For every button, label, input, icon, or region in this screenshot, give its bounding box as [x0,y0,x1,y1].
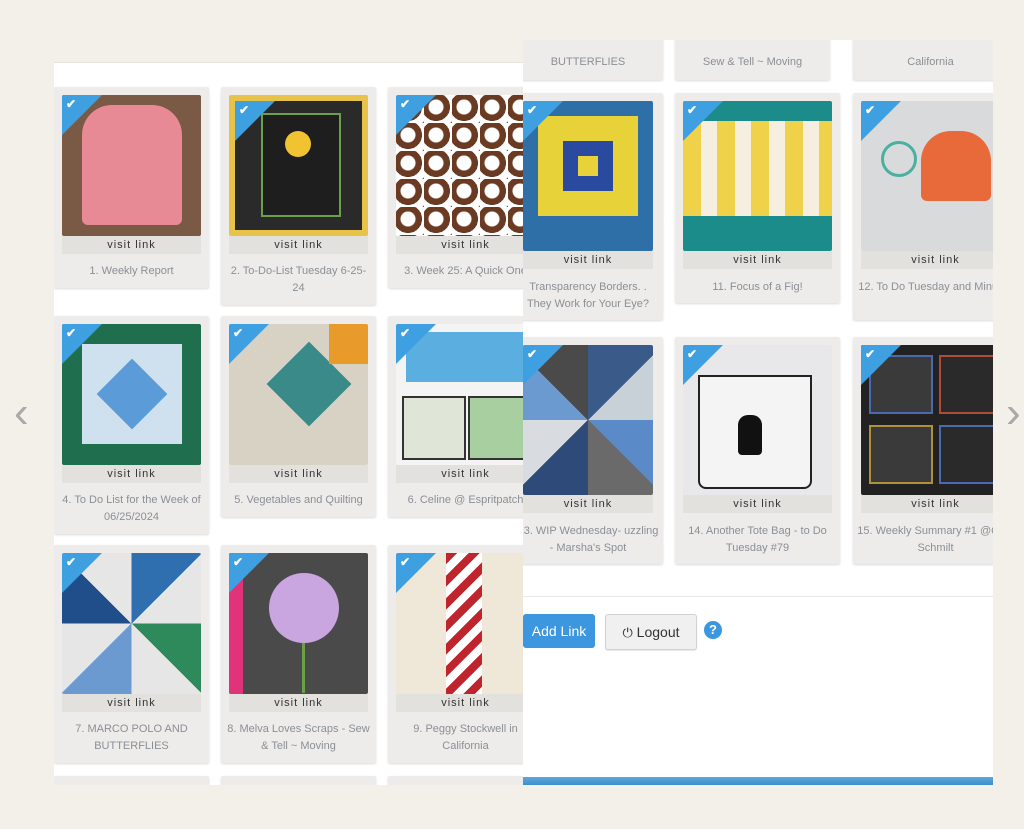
link-caption[interactable]: 3. Week 25: A Quick One [392,263,524,280]
link-caption[interactable]: 8. Melva Loves Scraps - Sew & Tell ~ Mov… [225,721,372,755]
thumbnail-stars-stripes-runner[interactable]: ✔ [396,553,524,694]
check-icon: ✔ [239,103,250,117]
link-caption[interactable]: 5. Vegetables and Quilting [225,492,372,509]
thumbnail-allium-flower[interactable]: ✔ [229,553,368,694]
thumbnail-pink-top[interactable]: ✔ [62,95,201,236]
power-icon: ⏻ [622,625,633,640]
panel-top-border [54,62,524,63]
thumbnail-mixer-applique[interactable]: ✔ [861,101,993,251]
check-icon: ✔ [233,326,244,340]
check-icon: ✔ [233,555,244,569]
link-card-12[interactable]: ✔ visit link 12. To Do Tuesday and Minut… [853,93,993,320]
link-card-7[interactable]: ✔ visit link 7. MARCO POLO AND BUTTERFLI… [54,545,209,763]
check-icon: ✔ [527,103,538,117]
visit-link-button[interactable]: visit link [523,251,653,269]
check-icon: ✔ [687,347,698,361]
link-card-4[interactable]: ✔ visit link 4. To Do List for the Week … [54,316,209,534]
visit-link-button[interactable]: visit link [229,236,368,254]
link-card-13[interactable]: ✔ visit link 13. WIP Wednesday- uzzling … [523,337,663,564]
link-card-partial[interactable]: California [853,40,993,80]
link-caption[interactable]: California [857,54,993,71]
visit-link-button[interactable]: visit link [396,694,524,712]
link-card-9[interactable]: ✔ visit link 9. Peggy Stockwell in Calif… [388,545,524,763]
visit-link-button[interactable]: visit link [62,694,201,712]
link-caption[interactable]: 9. Peggy Stockwell in California [392,721,524,755]
thumbnail-pinwheel-quilt[interactable]: ✔ [523,345,653,495]
check-icon: ✔ [865,103,876,117]
visit-link-button[interactable]: visit link [683,495,832,513]
visit-link-button[interactable]: visit link [229,465,368,483]
visit-link-button[interactable]: visit link [523,495,653,513]
link-caption[interactable]: 14. Another Tote Bag - to Do Tuesday #79 [679,523,836,557]
link-card-partial[interactable]: BUTTERFLIES [523,40,663,80]
check-icon: ✔ [400,555,411,569]
link-caption[interactable]: Sew & Tell ~ Moving [679,54,826,71]
link-card-14[interactable]: ✔ visit link 14. Another Tote Bag - to D… [675,337,840,564]
visit-link-button[interactable]: visit link [396,236,524,254]
link-caption[interactable]: 11. Focus of a Fig! [679,279,836,296]
help-icon[interactable]: ? [704,621,722,639]
left-linkup-panel: ✔ visit link 1. Weekly Report ✔ visit li… [54,62,524,785]
visit-link-button[interactable]: visit link [861,495,993,513]
right-linkup-panel: BUTTERFLIES Sew & Tell ~ Moving Californ… [523,40,993,785]
thumbnail-kaleidoscope-quilt[interactable]: ✔ [62,553,201,694]
link-caption[interactable]: BUTTERFLIES [523,54,659,71]
link-card-11[interactable]: ✔ visit link 11. Focus of a Fig! [675,93,840,303]
thumbnail-yellow-quilts-stack[interactable]: ✔ [683,101,832,251]
link-card-2[interactable]: ✔ visit link 2. To-Do-List Tuesday 6-25-… [221,87,376,305]
visit-link-button[interactable]: visit link [62,236,201,254]
link-card-partial[interactable]: Sew & Tell ~ Moving [675,40,830,80]
visit-link-button[interactable]: visit link [861,251,993,269]
check-icon: ✔ [66,326,77,340]
link-caption[interactable]: 13. WIP Wednesday- uzzling - Marsha's Sp… [523,523,659,557]
link-card-8[interactable]: ✔ visit link 8. Melva Loves Scraps - Sew… [221,545,376,763]
link-caption[interactable]: 15. Weekly Summary #1 @Quilt Schmilt [857,523,993,557]
visit-link-button[interactable]: visit link [62,465,201,483]
logout-label: Logout [636,624,680,640]
link-caption[interactable]: 12. To Do Tuesday and Minutes [857,279,993,296]
link-card-peek [221,776,376,785]
check-icon: ✔ [66,555,77,569]
thumbnail-sunflower-quilt[interactable]: ✔ [229,95,368,236]
link-caption[interactable]: 7. MARCO POLO AND BUTTERFLIES [58,721,205,755]
check-icon: ✔ [527,347,538,361]
thumbnail-cat-tote-bag[interactable]: ✔ [683,345,832,495]
link-caption[interactable]: Transparency Borders. . They Work for Yo… [523,279,659,313]
chevron-left-icon[interactable]: ‹ [14,388,29,438]
section-divider [523,596,993,597]
link-caption[interactable]: 4. To Do List for the Week of 06/25/2024 [58,492,205,526]
link-card-1[interactable]: ✔ visit link 1. Weekly Report [54,87,209,288]
link-caption[interactable]: 1. Weekly Report [58,263,205,280]
check-icon: ✔ [687,103,698,117]
link-card-10[interactable]: ✔ visit link Transparency Borders. . The… [523,93,663,320]
thumbnail-vegetables-quilt[interactable]: ✔ [229,324,368,465]
check-icon: ✔ [66,97,77,111]
link-card-peek [388,776,524,785]
check-icon: ✔ [865,347,876,361]
check-icon: ✔ [400,97,411,111]
logout-button[interactable]: ⏻ Logout [605,614,697,650]
visit-link-button[interactable]: visit link [683,251,832,269]
thumbnail-espritpatch-pouches[interactable]: ✔ [396,324,524,465]
add-link-button[interactable]: Add Link [523,614,595,648]
thumbnail-transparency-quilt[interactable]: ✔ [523,101,653,251]
link-card-5[interactable]: ✔ visit link 5. Vegetables and Quilting [221,316,376,517]
link-caption[interactable]: 2. To-Do-List Tuesday 6-25-24 [225,263,372,297]
blue-footer-strip [523,777,993,785]
link-card-3[interactable]: ✔ visit link 3. Week 25: A Quick One [388,87,524,288]
link-card-peek [54,776,209,785]
visit-link-button[interactable]: visit link [396,465,524,483]
thumbnail-blue-star-quilt[interactable]: ✔ [62,324,201,465]
link-card-6[interactable]: ✔ visit link 6. Celine @ Espritpatch [388,316,524,517]
check-icon: ✔ [400,326,411,340]
visit-link-button[interactable]: visit link [229,694,368,712]
link-card-15[interactable]: ✔ visit link 15. Weekly Summary #1 @Quil… [853,337,993,564]
chevron-right-icon[interactable]: › [1006,388,1021,438]
thumbnail-tshirt-quilt[interactable]: ✔ [861,345,993,495]
link-caption[interactable]: 6. Celine @ Espritpatch [392,492,524,509]
thumbnail-brown-circles-quilt[interactable]: ✔ [396,95,524,236]
